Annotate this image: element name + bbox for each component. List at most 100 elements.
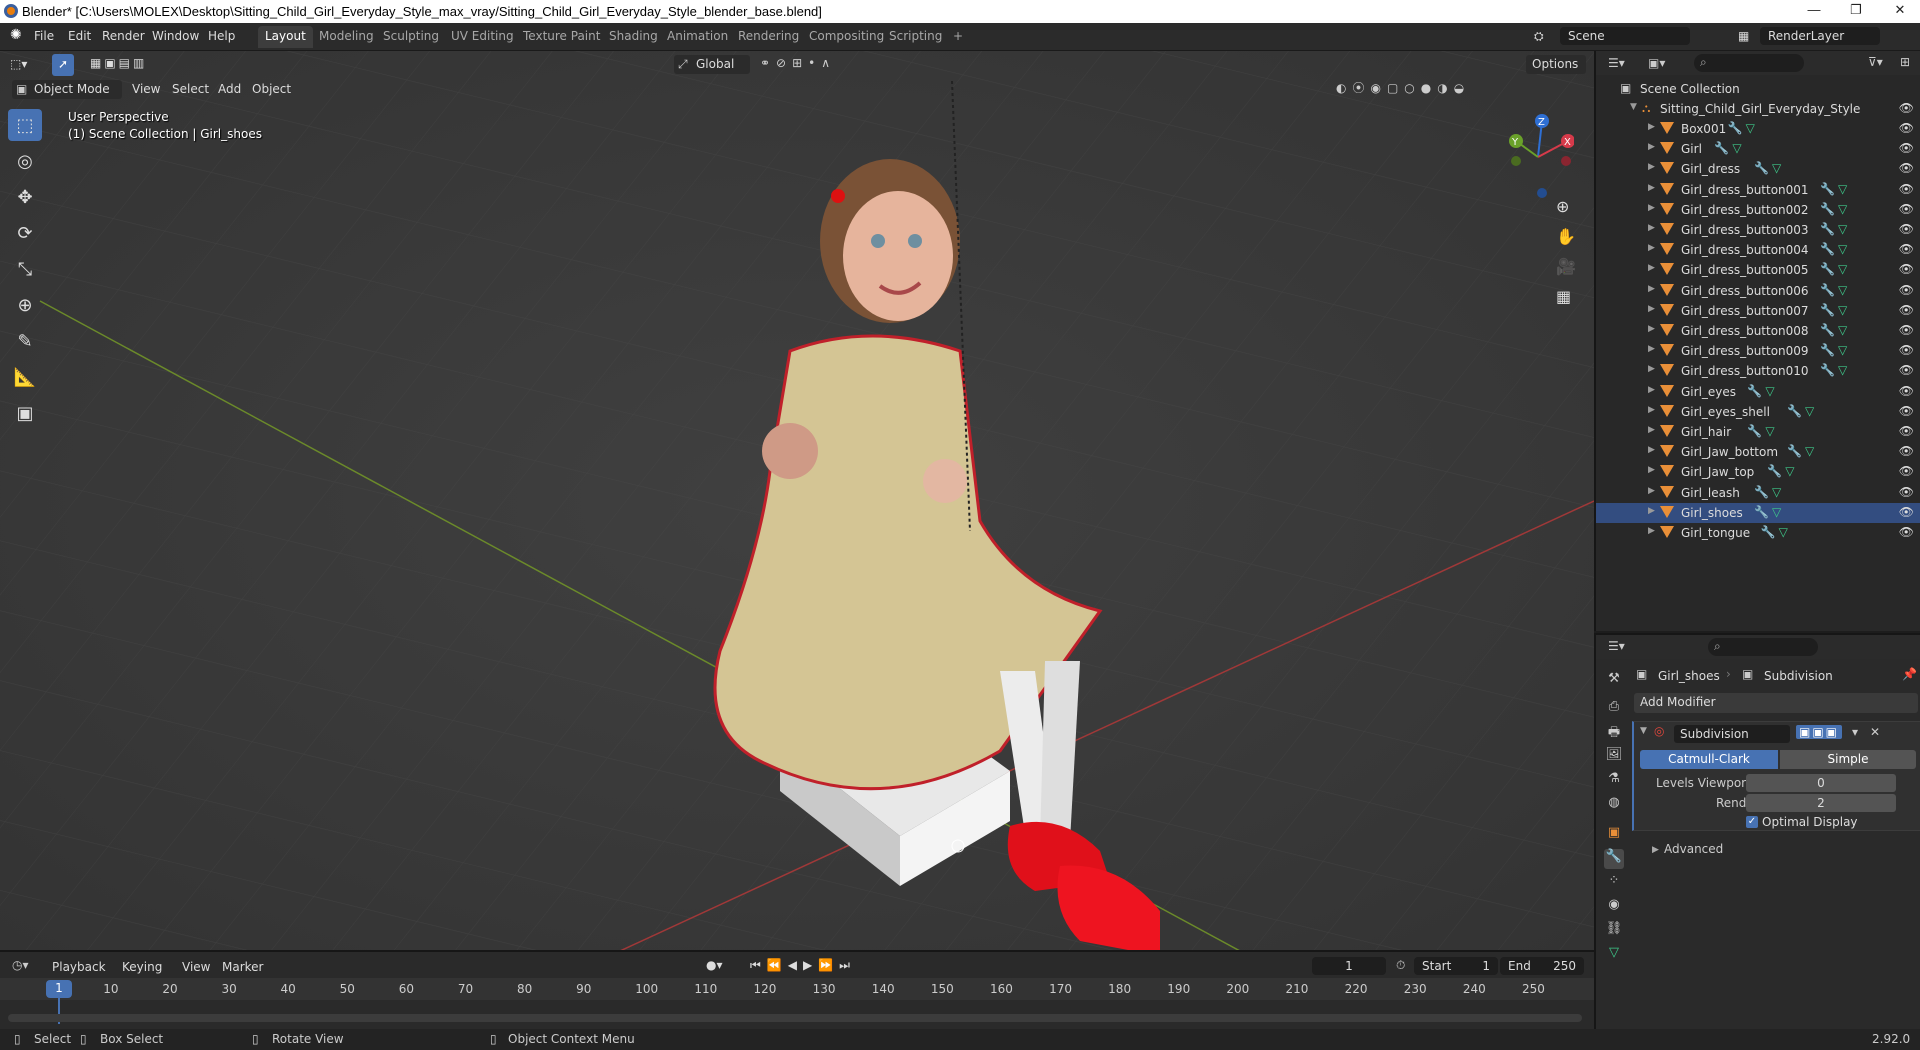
- viewport-menu-view[interactable]: View: [132, 82, 160, 96]
- mesh-data-icon[interactable]: ▽: [1732, 141, 1741, 155]
- mesh-data-icon[interactable]: ▽: [1805, 444, 1814, 458]
- outliner-item[interactable]: ▶ Girl_dress_button003 🔧 ▽ 👁: [1596, 220, 1920, 240]
- visibility-eye-icon[interactable]: 👁: [1899, 525, 1914, 539]
- expand-icon[interactable]: ▶: [1648, 506, 1655, 516]
- expand-icon[interactable]: ▶: [1648, 203, 1655, 213]
- options-dropdown[interactable]: Options: [1526, 55, 1586, 74]
- tab-modeling[interactable]: Modeling: [312, 26, 381, 48]
- tab-shading[interactable]: Shading: [602, 26, 665, 48]
- transform-tool-icon[interactable]: ⊕: [8, 289, 42, 321]
- modifier-name-field[interactable]: Subdivision: [1674, 725, 1790, 743]
- outliner-item[interactable]: ▶ Girl 🔧 ▽ 👁: [1596, 139, 1920, 159]
- levels-viewport-field[interactable]: 0: [1746, 774, 1896, 792]
- tab-animation[interactable]: Animation: [660, 26, 735, 48]
- modifier-wrench-icon[interactable]: 🔧: [1820, 202, 1835, 216]
- outliner-item[interactable]: ▶ Girl_Jaw_bottom 🔧 ▽ 👁: [1596, 442, 1920, 462]
- visibility-eye-icon[interactable]: 👁: [1899, 101, 1914, 115]
- modifier-wrench-icon[interactable]: 🔧: [1820, 182, 1835, 196]
- mesh-data-icon[interactable]: ▽: [1765, 424, 1774, 438]
- outliner-item[interactable]: ▶ Girl_shoes 🔧 ▽ 👁: [1596, 502, 1920, 523]
- 3d-viewport[interactable]: ⬚▾ ➚ ▦▣▤▥ ▣ Object Mode View Select Add …: [0, 51, 1594, 950]
- modifier-wrench-icon[interactable]: 🔧: [1820, 323, 1835, 337]
- outliner-item[interactable]: ▶ Girl_dress_button004 🔧 ▽ 👁: [1596, 240, 1920, 260]
- tab-rendering[interactable]: Rendering: [731, 26, 806, 48]
- girl-head[interactable]: [843, 191, 953, 321]
- data-tab-icon[interactable]: ▽: [1604, 945, 1624, 965]
- record-icon[interactable]: ●▾: [706, 958, 723, 972]
- blender-menu-icon[interactable]: ✺: [10, 27, 22, 43]
- current-frame-field[interactable]: 1: [1312, 957, 1386, 975]
- mesh-data-icon[interactable]: ▽: [1746, 121, 1755, 135]
- outliner-filter-icon[interactable]: ⊽▾: [1868, 55, 1883, 69]
- menu-window[interactable]: Window: [152, 29, 199, 43]
- minimize-button[interactable]: —: [1799, 2, 1829, 20]
- output-tab-icon[interactable]: 🖶: [1604, 723, 1624, 743]
- close-button[interactable]: ✕: [1885, 2, 1915, 20]
- gizmo-neg-x-icon[interactable]: [1561, 156, 1571, 166]
- outliner-item[interactable]: ▶ Girl_dress_button010 🔧 ▽ 👁: [1596, 361, 1920, 381]
- select-mode-icons[interactable]: ▦▣▤▥: [90, 56, 147, 70]
- orientation-dropdown[interactable]: ⤢ Global: [674, 55, 750, 74]
- expand-icon[interactable]: ▶: [1648, 223, 1655, 233]
- visibility-eye-icon[interactable]: 👁: [1899, 202, 1914, 216]
- rotate-tool-icon[interactable]: ⟳: [8, 217, 42, 249]
- outliner-search-input[interactable]: ⌕: [1694, 54, 1804, 72]
- mesh-data-icon[interactable]: ▽: [1838, 363, 1847, 377]
- keying-menu[interactable]: Keying: [122, 960, 162, 974]
- expand-icon[interactable]: ▶: [1648, 445, 1655, 455]
- visibility-eye-icon[interactable]: 👁: [1899, 464, 1914, 478]
- move-tool-icon[interactable]: ✥: [8, 181, 42, 213]
- add-workspace-button[interactable]: +: [946, 26, 970, 48]
- snap-proportional-icons[interactable]: ⚭⊘⊞•∧: [760, 56, 836, 70]
- outliner-filter-mode-icon[interactable]: ▣▾: [1648, 56, 1665, 70]
- viewport-menu-select[interactable]: Select: [172, 82, 209, 96]
- tool-tab-icon[interactable]: ⚒: [1604, 671, 1624, 691]
- menu-edit[interactable]: Edit: [68, 29, 91, 43]
- expand-icon[interactable]: ▶: [1648, 284, 1655, 294]
- constraints-tab-icon[interactable]: ⛓: [1604, 921, 1624, 941]
- playhead[interactable]: 1: [46, 980, 72, 998]
- mesh-data-icon[interactable]: ▽: [1838, 323, 1847, 337]
- camera-view-icon[interactable]: 🎥: [1556, 257, 1576, 276]
- navigation-gizmo[interactable]: Z X Y: [1502, 111, 1574, 201]
- remove-modifier-icon[interactable]: ✕: [1870, 725, 1880, 739]
- menu-help[interactable]: Help: [208, 29, 235, 43]
- mesh-data-icon[interactable]: ▽: [1772, 485, 1781, 499]
- modifier-wrench-icon[interactable]: 🔧: [1747, 424, 1762, 438]
- modifier-wrench-icon[interactable]: 🔧: [1820, 222, 1835, 236]
- playback-controls-icons[interactable]: ⏮⏪◀▶⏩⏭: [750, 958, 856, 973]
- mesh-data-icon[interactable]: ▽: [1838, 262, 1847, 276]
- tab-compositing[interactable]: Compositing: [802, 26, 891, 48]
- visibility-eye-icon[interactable]: 👁: [1899, 424, 1914, 438]
- modifier-wrench-icon[interactable]: 🔧: [1820, 343, 1835, 357]
- expand-icon[interactable]: ▼: [1630, 102, 1637, 112]
- outliner-item[interactable]: ▶ Girl_tongue 🔧 ▽ 👁: [1596, 523, 1920, 543]
- catmull-clark-button[interactable]: Catmull-Clark: [1640, 750, 1778, 769]
- simple-button[interactable]: Simple: [1780, 750, 1916, 769]
- expand-icon[interactable]: ▶: [1648, 183, 1655, 193]
- expand-icon[interactable]: ▶: [1648, 526, 1655, 536]
- expand-icon[interactable]: ▶: [1648, 344, 1655, 354]
- outliner-item[interactable]: ▶ Girl_eyes_shell 🔧 ▽ 👁: [1596, 402, 1920, 422]
- mesh-data-icon[interactable]: ▽: [1779, 525, 1788, 539]
- visibility-eye-icon[interactable]: 👁: [1899, 404, 1914, 418]
- mesh-data-icon[interactable]: ▽: [1772, 505, 1781, 519]
- mesh-data-icon[interactable]: ▽: [1838, 283, 1847, 297]
- modifier-wrench-icon[interactable]: 🔧: [1787, 404, 1802, 418]
- visibility-eye-icon[interactable]: 👁: [1899, 262, 1914, 276]
- start-frame-field[interactable]: Start 1: [1414, 957, 1498, 975]
- expand-icon[interactable]: ▶: [1648, 304, 1655, 314]
- editor-type-icon[interactable]: ⬚▾: [10, 57, 27, 71]
- outliner-collection-row[interactable]: ▼ ⛬ Sitting_Child_Girl_Everyday_Style 👁: [1596, 99, 1920, 119]
- modifier-wrench-icon[interactable]: 🔧: [1714, 141, 1729, 155]
- optimal-display-checkbox[interactable]: ✓: [1746, 816, 1758, 828]
- tab-scripting[interactable]: Scripting: [882, 26, 949, 48]
- render-tab-icon[interactable]: ⎙: [1604, 699, 1624, 719]
- visibility-eye-icon[interactable]: 👁: [1899, 505, 1914, 519]
- outliner-item[interactable]: ▶ Girl_dress_button006 🔧 ▽ 👁: [1596, 281, 1920, 301]
- menu-render[interactable]: Render: [102, 29, 145, 43]
- visibility-eye-icon[interactable]: 👁: [1899, 384, 1914, 398]
- pan-hand-icon[interactable]: ✋: [1556, 227, 1576, 246]
- playback-menu[interactable]: Playback: [52, 960, 106, 974]
- mesh-data-icon[interactable]: ▽: [1838, 202, 1847, 216]
